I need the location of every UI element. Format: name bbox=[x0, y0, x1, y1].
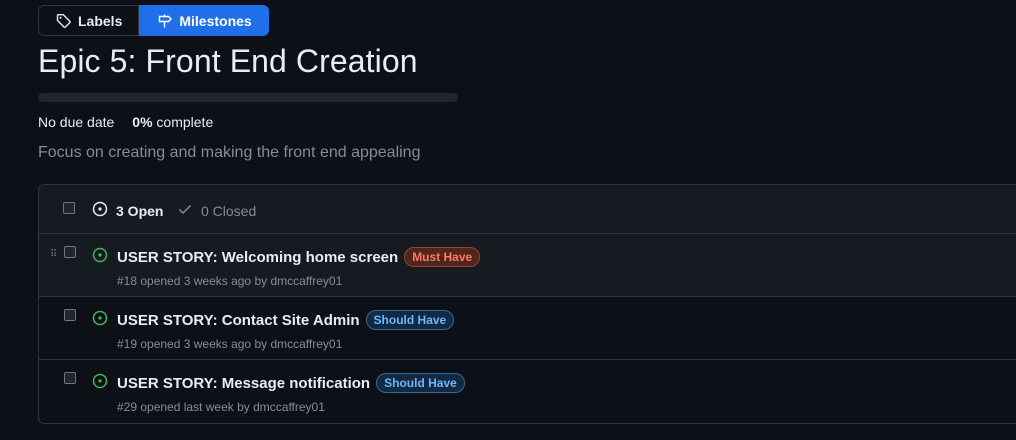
closed-filter[interactable]: 0 Closed bbox=[177, 201, 256, 220]
milestone-page: Labels Milestones Epic 5: Front End Crea… bbox=[0, 0, 1016, 440]
drag-handle-icon[interactable]: ⠿ bbox=[50, 249, 57, 260]
issues-list-header: 3 Open 0 Closed bbox=[39, 185, 1016, 234]
open-count: 3 Open bbox=[116, 202, 164, 219]
issues-list: 3 Open 0 Closed ⠿ USER STORY: Welcoming … bbox=[38, 184, 1016, 424]
issue-label[interactable]: Should Have bbox=[365, 310, 455, 330]
labels-milestones-toggle: Labels Milestones bbox=[38, 5, 269, 36]
issue-title-line: USER STORY: Welcoming home screen Must H… bbox=[117, 247, 481, 267]
issue-opened-icon bbox=[92, 201, 108, 220]
issue-title-line: USER STORY: Message notification Should … bbox=[117, 373, 465, 393]
issue-title-link[interactable]: USER STORY: Message notification bbox=[117, 375, 370, 392]
completion-word: complete bbox=[156, 114, 214, 130]
milestones-tab[interactable]: Milestones bbox=[139, 5, 269, 36]
completion: 0% complete bbox=[132, 114, 213, 130]
issue-row[interactable]: USER STORY: Message notification Should … bbox=[39, 360, 1016, 423]
open-filter[interactable]: 3 Open bbox=[92, 201, 163, 220]
issue-title-link[interactable]: USER STORY: Contact Site Admin bbox=[117, 312, 360, 329]
issue-opened-icon bbox=[92, 310, 108, 331]
due-date: No due date bbox=[38, 114, 115, 130]
closed-count: 0 Closed bbox=[201, 202, 257, 219]
issue-label[interactable]: Must Have bbox=[404, 247, 481, 267]
issue-label[interactable]: Should Have bbox=[376, 373, 465, 393]
issue-checkbox[interactable] bbox=[64, 372, 76, 384]
issue-meta: #19 opened 3 weeks ago by dmccaffrey01 bbox=[117, 337, 343, 351]
milestone-title: Epic 5: Front End Creation bbox=[38, 43, 418, 79]
select-all-checkbox[interactable] bbox=[63, 202, 75, 214]
issue-row[interactable]: USER STORY: Contact Site Admin Should Ha… bbox=[39, 297, 1016, 360]
tag-icon bbox=[56, 13, 72, 29]
milestone-description: Focus on creating and making the front e… bbox=[38, 144, 421, 161]
milestone-meta: No due date 0% complete bbox=[38, 114, 213, 130]
issue-row[interactable]: ⠿ USER STORY: Welcoming home screen Must… bbox=[39, 234, 1016, 297]
labels-tab[interactable]: Labels bbox=[38, 5, 140, 36]
issue-checkbox[interactable] bbox=[64, 246, 76, 258]
issue-opened-icon bbox=[92, 373, 108, 394]
issue-meta: #18 opened 3 weeks ago by dmccaffrey01 bbox=[117, 274, 343, 288]
issue-checkbox[interactable] bbox=[64, 309, 76, 321]
labels-tab-label: Labels bbox=[78, 12, 123, 29]
issue-opened-icon bbox=[92, 247, 108, 268]
issue-title-line: USER STORY: Contact Site Admin Should Ha… bbox=[117, 310, 455, 330]
issue-title-link[interactable]: USER STORY: Welcoming home screen bbox=[117, 249, 398, 266]
check-icon bbox=[177, 201, 193, 220]
milestone-progress-bar bbox=[38, 93, 458, 102]
completion-percent: 0% bbox=[132, 114, 153, 130]
milestone-icon bbox=[157, 13, 173, 29]
milestones-tab-label: Milestones bbox=[179, 12, 252, 29]
issue-meta: #29 opened last week by dmccaffrey01 bbox=[117, 400, 325, 414]
